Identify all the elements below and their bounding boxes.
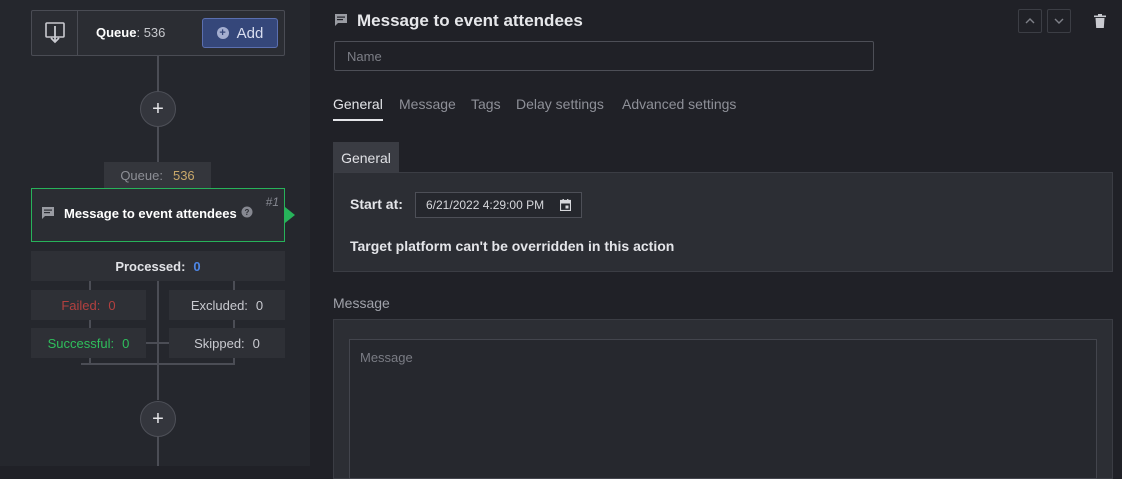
processed-value: 0 <box>193 258 201 274</box>
add-button-label: Add <box>236 24 264 42</box>
plus-icon: + <box>152 97 164 120</box>
queue-label: Queue <box>96 25 137 40</box>
move-up-button[interactable] <box>1018 9 1042 33</box>
add-step-button[interactable]: + <box>140 91 176 127</box>
add-step-button[interactable]: + <box>140 401 176 437</box>
chevron-up-icon <box>1025 18 1035 24</box>
queue-count: : 536 <box>136 25 166 40</box>
skipped-stat[interactable]: Skipped: 0 <box>169 328 285 358</box>
message-icon <box>41 206 55 225</box>
action-node[interactable]: Message to event attendees ? #1 <box>31 188 285 242</box>
start-at-label: Start at: <box>350 196 403 212</box>
failed-label: Failed: <box>61 297 101 313</box>
help-icon[interactable]: ? <box>241 205 253 223</box>
tab-message[interactable]: Message <box>399 96 456 119</box>
name-input[interactable] <box>334 41 874 71</box>
plus-circle-icon: + <box>216 27 229 39</box>
move-down-button[interactable] <box>1047 9 1071 33</box>
queue-tag: Queue: 536 <box>104 162 211 188</box>
queue-node: Queue: 536 + Add <box>31 10 285 56</box>
connector-line <box>157 281 159 400</box>
chevron-down-icon <box>1054 18 1064 24</box>
connector-line <box>146 342 169 344</box>
excluded-value: 0 <box>255 297 264 313</box>
message-heading: Message <box>333 295 390 311</box>
message-icon <box>334 13 348 32</box>
tab-tags[interactable]: Tags <box>471 96 501 119</box>
failed-stat[interactable]: Failed: 0 <box>31 290 146 320</box>
successful-stat[interactable]: Successful: 0 <box>31 328 146 358</box>
start-datetime-value: 6/21/2022 4:29:00 PM <box>426 198 545 212</box>
tab-delay-settings[interactable]: Delay settings <box>516 96 604 119</box>
action-title: Message to event attendees <box>64 206 237 221</box>
add-button[interactable]: + Add <box>202 18 278 48</box>
skipped-label: Skipped: <box>194 335 245 351</box>
connector-line <box>81 363 235 365</box>
connector-line <box>157 56 159 91</box>
excluded-stat[interactable]: Excluded: 0 <box>169 290 285 320</box>
failed-value: 0 <box>108 297 116 313</box>
action-number: #1 <box>265 195 279 209</box>
connector-line <box>157 127 159 162</box>
processed-stat: Processed: 0 <box>31 251 285 281</box>
excluded-label: Excluded: <box>190 297 248 313</box>
plus-icon: + <box>152 407 164 430</box>
action-output-arrow <box>285 207 295 223</box>
tab-general[interactable]: General <box>333 96 383 121</box>
calendar-icon <box>560 199 571 211</box>
successful-value: 0 <box>122 335 130 351</box>
trash-icon[interactable] <box>1094 14 1106 33</box>
skipped-value: 0 <box>252 335 260 351</box>
message-textarea[interactable] <box>349 339 1097 479</box>
start-datetime-picker[interactable]: 6/21/2022 4:29:00 PM <box>415 192 582 218</box>
general-panel <box>333 172 1113 272</box>
svg-text:?: ? <box>245 208 250 217</box>
platform-note: Target platform can't be overridden in t… <box>350 238 675 254</box>
queue-tag-value: 536 <box>172 167 195 183</box>
processed-label: Processed: <box>115 258 186 274</box>
general-section-tab: General <box>333 142 399 173</box>
queue-node-label: Queue: 536 <box>96 25 165 40</box>
tab-advanced-settings[interactable]: Advanced settings <box>622 96 736 119</box>
page-title: Message to event attendees <box>357 11 583 30</box>
queue-tag-label: Queue: <box>120 167 163 183</box>
connector-line <box>157 436 159 466</box>
download-icon <box>32 11 78 55</box>
successful-label: Successful: <box>47 335 115 351</box>
